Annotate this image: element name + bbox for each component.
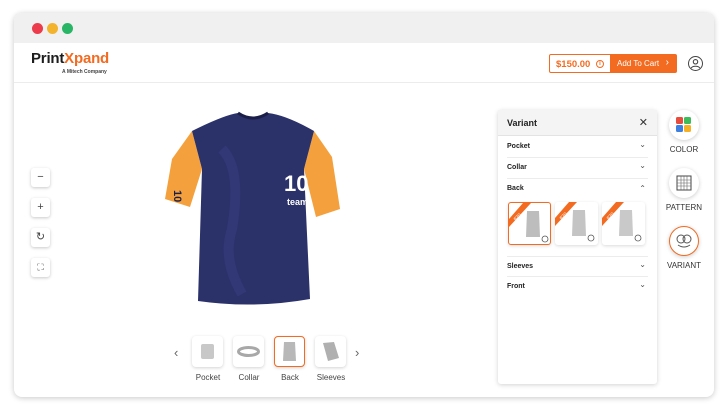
collar-icon xyxy=(237,346,260,357)
reset-rotation-button[interactable]: ↻ xyxy=(31,228,50,247)
variant-option-2[interactable]: $20 xyxy=(555,202,598,245)
part-thumb-sleeves[interactable] xyxy=(315,336,346,367)
tshirt-illustration: 10 team 10 xyxy=(165,111,340,305)
window-titlebar xyxy=(14,13,714,43)
chevron-right-icon: › xyxy=(665,57,669,68)
pattern-icon xyxy=(676,175,692,191)
user-silhouette xyxy=(690,59,701,69)
accordion-label: Front xyxy=(507,283,525,290)
part-label-sleeves: Sleeves xyxy=(316,373,346,382)
pocket-icon xyxy=(201,344,214,359)
accordion-front[interactable]: Front ⌄ xyxy=(507,277,648,298)
accordion-label: Pocket xyxy=(507,143,530,150)
part-thumb-collar[interactable] xyxy=(233,336,264,367)
app-header: PrintXpand A Mitech Company $150.00 i Ad… xyxy=(14,43,714,83)
pattern-tool-label: PATTERN xyxy=(665,203,703,212)
price-value: $150.00 xyxy=(556,59,591,70)
info-icon[interactable]: i xyxy=(596,60,604,68)
accordion-pocket[interactable]: Pocket ⌄ xyxy=(507,137,648,158)
user-account-icon[interactable] xyxy=(688,56,703,71)
brand-logo[interactable]: PrintXpand xyxy=(31,50,109,67)
add-to-cart-button[interactable]: Add To Cart › xyxy=(610,54,677,73)
part-thumb-pocket[interactable] xyxy=(192,336,223,367)
variant-option-3[interactable]: $20 xyxy=(602,202,645,245)
sleeve-number: 10 xyxy=(171,190,183,202)
add-to-cart-label: Add To Cart xyxy=(617,59,660,68)
chevron-down-icon: ⌄ xyxy=(639,280,646,289)
color-tool-button[interactable] xyxy=(669,110,699,140)
zoom-lens-icon xyxy=(587,234,595,242)
color-tool-label: COLOR xyxy=(669,145,699,154)
variant-tool-button[interactable] xyxy=(669,226,699,256)
close-icon[interactable]: ✕ xyxy=(639,116,648,129)
variant-panel: Variant ✕ Pocket ⌄ Collar ⌄ Back ⌃ Sleev… xyxy=(498,110,657,384)
zoom-lens-icon xyxy=(634,234,642,242)
variant-panel-header: Variant ✕ xyxy=(498,110,657,136)
accordion-label: Collar xyxy=(507,164,527,171)
zoom-out-button[interactable]: − xyxy=(31,168,50,187)
accordion-label: Back xyxy=(507,185,524,192)
variant-option-1[interactable]: $20 xyxy=(508,202,551,245)
chevron-up-icon: ⌃ xyxy=(639,184,646,193)
minimize-window-dot[interactable] xyxy=(47,23,58,34)
tshirt-preview[interactable]: 10 team 10 xyxy=(162,109,344,309)
shirt-number: 10 xyxy=(284,171,308,196)
chevron-down-icon: ⌄ xyxy=(639,140,646,149)
color-palette-icon xyxy=(676,117,691,132)
brand-tagline: A Mitech Company xyxy=(62,69,107,75)
price-display: $150.00 i xyxy=(549,54,611,73)
variant-thumbnail: $20 xyxy=(602,202,642,242)
sleeves-icon xyxy=(323,342,339,361)
pattern-tool-button[interactable] xyxy=(669,168,699,198)
accordion-collar[interactable]: Collar ⌄ xyxy=(507,158,648,179)
variant-thumbnail: $20 xyxy=(555,202,595,242)
zoom-lens-icon xyxy=(541,235,549,243)
maximize-window-dot[interactable] xyxy=(62,23,73,34)
shirt-team-text: team xyxy=(287,197,308,207)
variant-panel-title: Variant xyxy=(507,118,538,128)
variant-icon xyxy=(676,234,692,248)
accordion-label: Sleeves xyxy=(507,263,534,270)
next-part-arrow[interactable]: › xyxy=(355,345,359,360)
brand-name-part1: Print xyxy=(31,50,65,67)
variant-thumbnail: $20 xyxy=(509,203,549,243)
accordion-sleeves[interactable]: Sleeves ⌄ xyxy=(507,256,648,277)
brand-name-part2: Xpand xyxy=(64,50,110,67)
app-window: PrintXpand A Mitech Company $150.00 i Ad… xyxy=(14,13,714,397)
chevron-down-icon: ⌄ xyxy=(639,161,646,170)
variant-tool-label: VARIANT xyxy=(666,261,702,270)
zoom-in-button[interactable]: + xyxy=(31,198,50,217)
close-window-dot[interactable] xyxy=(32,23,43,34)
part-thumb-back[interactable] xyxy=(274,336,305,367)
chevron-down-icon: ⌄ xyxy=(639,260,646,269)
back-icon xyxy=(283,342,296,361)
fullscreen-button[interactable]: ⛶ xyxy=(31,258,50,277)
accordion-back[interactable]: Back ⌃ xyxy=(507,179,648,200)
prev-part-arrow[interactable]: ‹ xyxy=(174,345,178,360)
